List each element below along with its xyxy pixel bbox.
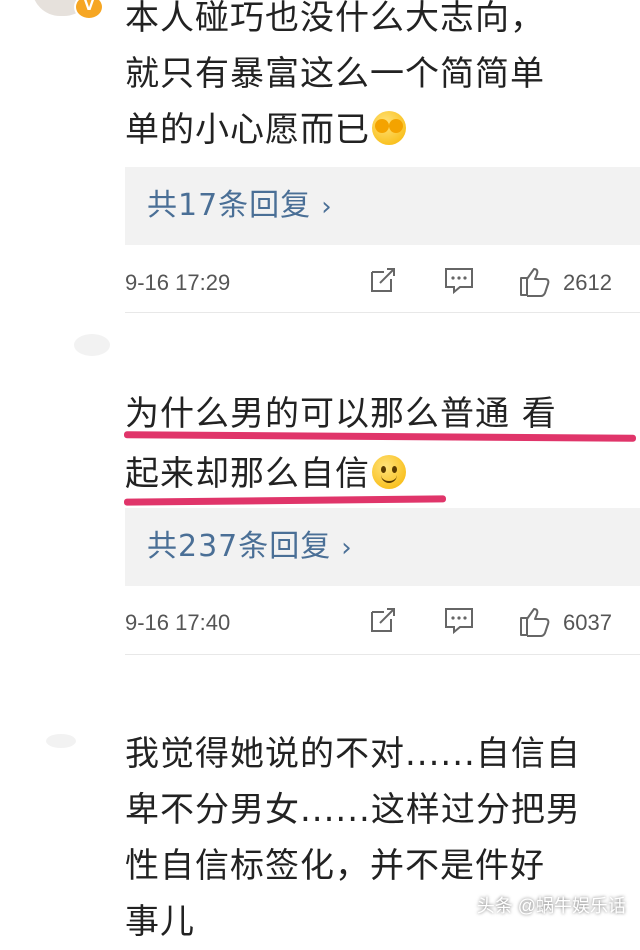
reply-count-label: 共237条回复 [147, 529, 332, 564]
chevron-right-icon: › [321, 192, 333, 222]
covering-face-emoji [372, 111, 406, 145]
share-icon[interactable] [367, 264, 399, 296]
comment-meta: 9-16 17:40 6037 [125, 604, 625, 644]
timestamp: 9-16 17:40 [125, 610, 231, 635]
comment-text: 本人碰巧也没什么大志向， 就只有暴富这么一个简简单 单的小心愿而已 [125, 0, 545, 150]
comment-icon[interactable] [443, 604, 475, 636]
comment-text: 为什么男的可以那么普通 看 起来却那么自信 [125, 394, 557, 494]
divider [125, 654, 640, 655]
comment-meta: 9-16 17:29 2612 [125, 264, 625, 304]
divider [125, 312, 640, 313]
reply-count-label: 共17条回复 [147, 188, 312, 223]
view-replies-link[interactable]: 共17条回复 › [147, 167, 333, 246]
avatar[interactable] [74, 334, 110, 356]
like-count: 2612 [563, 270, 612, 295]
like-icon[interactable] [518, 604, 550, 637]
smiling-face-emoji [372, 455, 406, 489]
like-count: 6037 [563, 610, 612, 635]
vip-badge: V [74, 0, 104, 20]
comment-item: 本人碰巧也没什么大志向， 就只有暴富这么一个简简单 单的小心愿而已 [125, 0, 625, 158]
avatar[interactable] [46, 734, 76, 748]
watermark: 头条 @蜗牛娱乐话 [476, 896, 626, 916]
share-icon[interactable] [367, 604, 399, 636]
view-replies-link[interactable]: 共237条回复 › [147, 508, 353, 587]
like-icon[interactable] [518, 264, 550, 297]
chevron-right-icon: › [341, 533, 353, 563]
timestamp: 9-16 17:29 [125, 270, 231, 295]
reply-box[interactable]: 共237条回复 › [125, 508, 640, 586]
comment-item: 为什么男的可以那么普通 看 起来却那么自信 [125, 384, 625, 504]
comment-icon[interactable] [443, 264, 475, 296]
reply-box[interactable]: 共17条回复 › [125, 167, 640, 245]
